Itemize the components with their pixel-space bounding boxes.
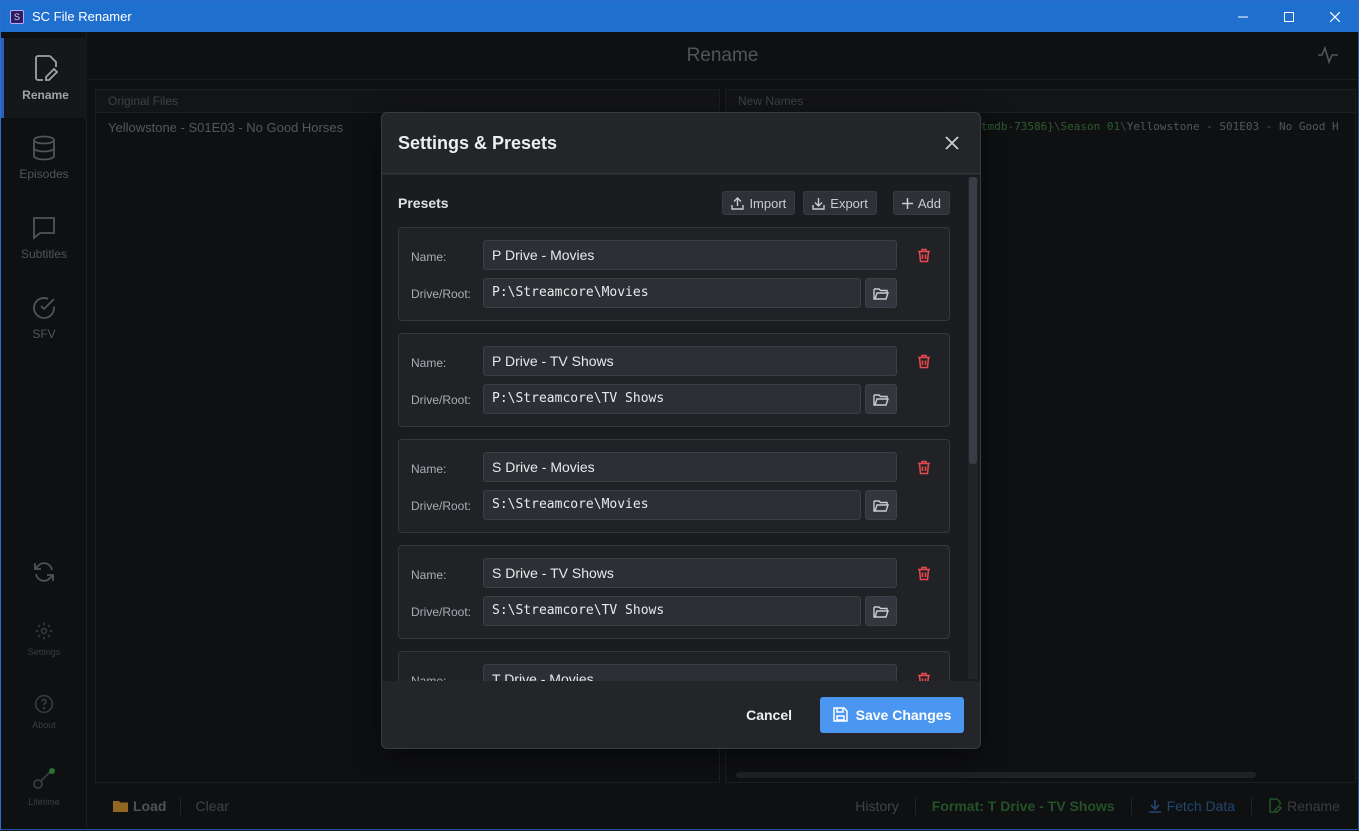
settings-modal: Settings & Presets Presets Import Export… [381,112,981,749]
save-icon [832,707,848,722]
trash-icon [918,566,930,580]
browse-folder-button[interactable] [865,384,897,414]
folder-open-icon [873,393,889,406]
modal-close-button[interactable] [942,133,962,153]
preset-root-field[interactable]: S:\Streamcore\Movies [483,490,861,520]
download-icon [812,197,825,210]
root-label: Drive/Root: [411,287,472,301]
preset-name-field[interactable]: S Drive - TV Shows [483,558,897,588]
folder-open-icon [873,287,889,300]
export-button[interactable]: Export [803,191,877,215]
title-bar[interactable]: S SC File Renamer [1,1,1358,32]
modal-footer: Cancel Save Changes [382,681,980,748]
plus-icon [901,197,913,209]
preset-card: Name: T Drive - Movies [398,651,950,681]
name-label: Name: [411,674,447,681]
modal-header: Settings & Presets [382,113,980,174]
preset-name-field[interactable]: P Drive - Movies [483,240,897,270]
app-window: S SC File Renamer Rename Episodes Subtit… [0,0,1359,831]
preset-root-field[interactable]: S:\Streamcore\TV Shows [483,596,861,626]
delete-preset-button[interactable] [915,352,933,370]
upload-icon [731,196,745,210]
presets-toolbar: Presets Import Export Add [398,190,950,216]
root-label: Drive/Root: [411,393,472,407]
preset-card: Name: P Drive - TV Shows Drive/Root: P:\… [398,333,950,427]
close-icon [945,136,959,150]
folder-open-icon [873,499,889,512]
save-changes-button[interactable]: Save Changes [820,696,964,733]
minimize-button[interactable] [1220,1,1266,32]
cancel-button[interactable]: Cancel [746,707,792,723]
name-label: Name: [411,356,447,370]
preset-card: Name: S Drive - TV Shows Drive/Root: S:\… [398,545,950,639]
trash-icon [918,354,930,368]
preset-name-field[interactable]: T Drive - Movies [483,664,897,681]
preset-name-field[interactable]: S Drive - Movies [483,452,897,482]
delete-preset-button[interactable] [915,564,933,582]
delete-preset-button[interactable] [915,458,933,476]
preset-root-field[interactable]: P:\Streamcore\Movies [483,278,861,308]
close-icon [1330,11,1340,22]
modal-scrollbar[interactable] [968,177,978,679]
preset-name-field[interactable]: P Drive - TV Shows [483,346,897,376]
maximize-button[interactable] [1266,1,1312,32]
modal-body: Presets Import Export Add Name: P Drive … [382,175,980,681]
browse-folder-button[interactable] [865,490,897,520]
root-label: Drive/Root: [411,499,472,513]
preset-root-field[interactable]: P:\Streamcore\TV Shows [483,384,861,414]
maximize-icon [1284,11,1294,22]
preset-card: Name: P Drive - Movies Drive/Root: P:\St… [398,227,950,321]
close-window-button[interactable] [1312,1,1358,32]
preset-card: Name: S Drive - Movies Drive/Root: S:\St… [398,439,950,533]
minimize-icon [1238,16,1248,17]
window-title: SC File Renamer [32,9,132,24]
name-label: Name: [411,462,447,476]
add-preset-button[interactable]: Add [892,191,950,215]
root-label: Drive/Root: [411,605,472,619]
delete-preset-button[interactable] [915,670,933,681]
name-label: Name: [411,250,447,264]
import-button[interactable]: Import [722,191,796,215]
app-logo-icon: S [10,9,24,24]
trash-icon [918,672,930,681]
presets-label: Presets [398,195,449,211]
name-label: Name: [411,568,447,582]
scrollbar-thumb[interactable] [969,177,977,464]
browse-folder-button[interactable] [865,278,897,308]
browse-folder-button[interactable] [865,596,897,626]
trash-icon [918,460,930,474]
modal-title: Settings & Presets [398,132,558,153]
delete-preset-button[interactable] [915,246,933,264]
trash-icon [918,248,930,262]
folder-open-icon [873,605,889,618]
